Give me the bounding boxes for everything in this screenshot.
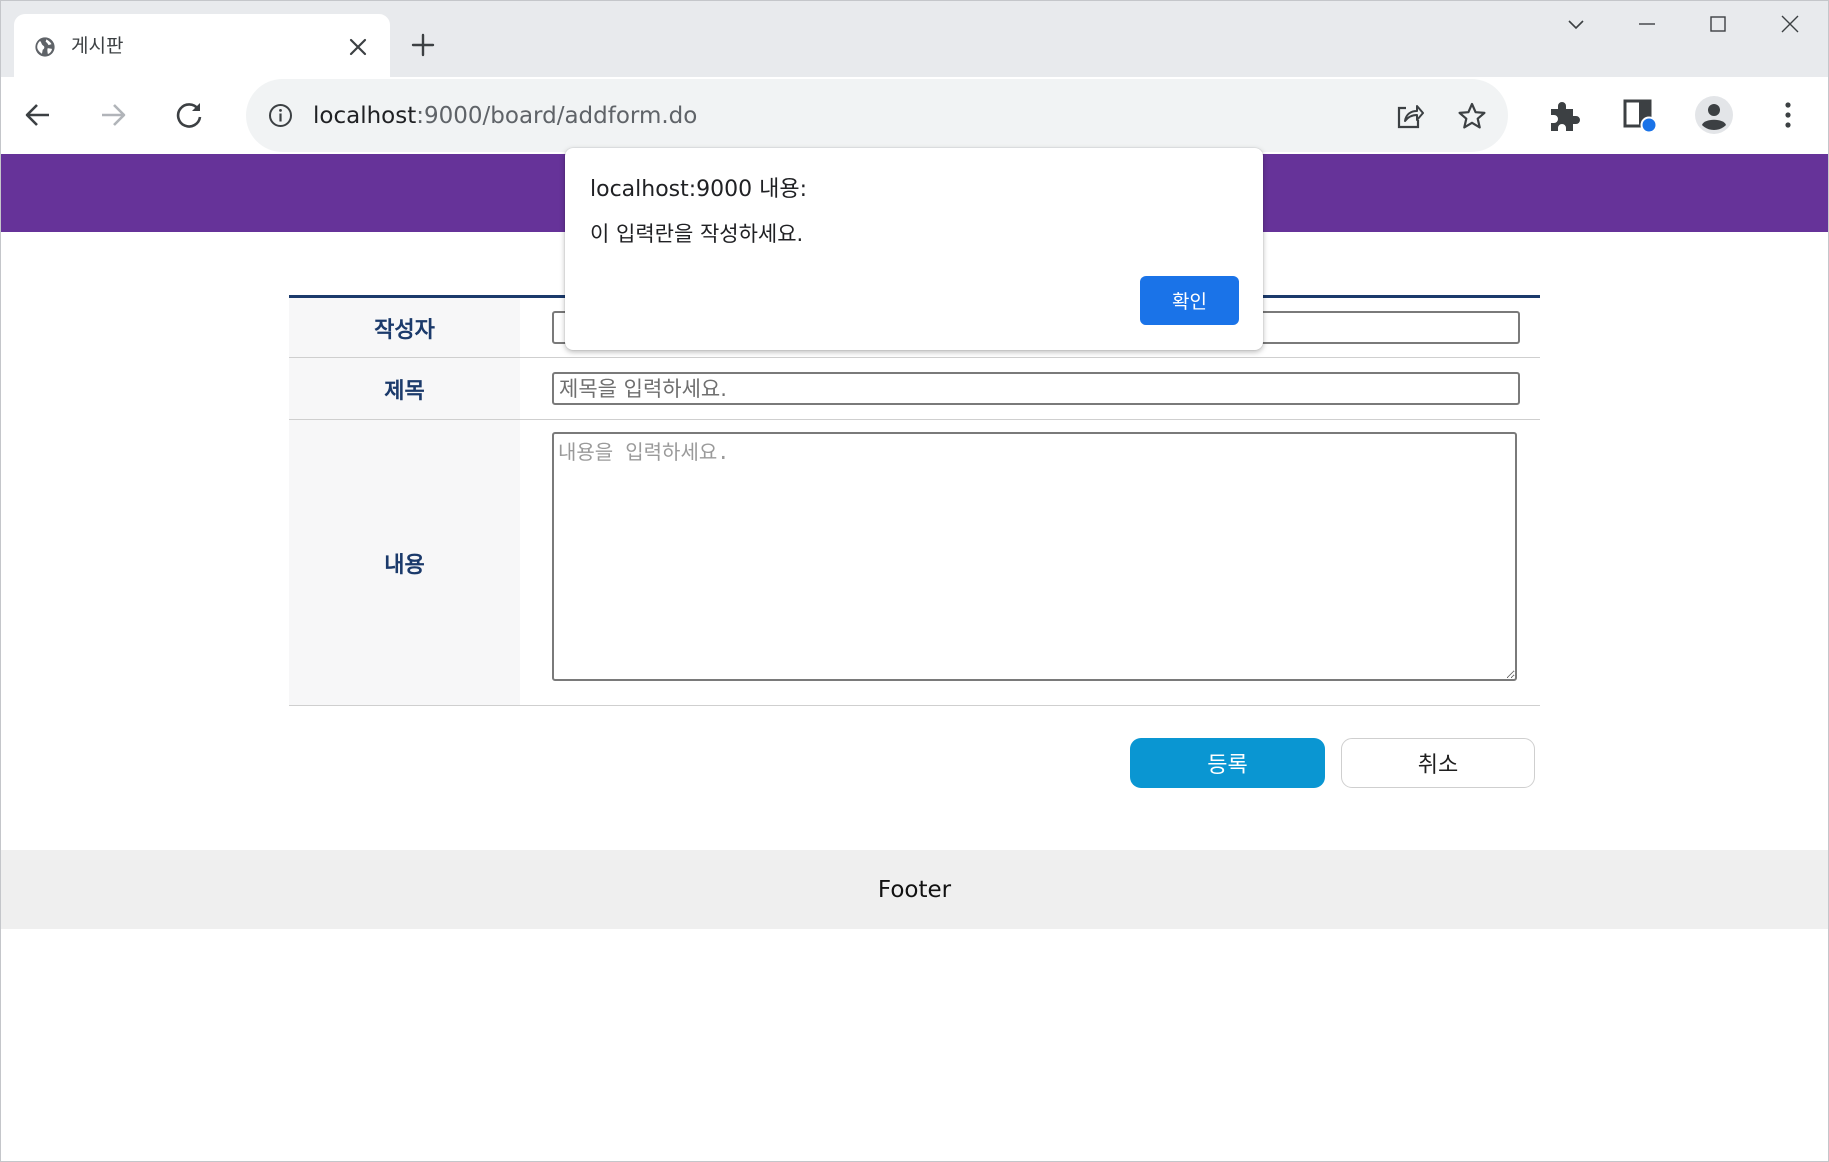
title-input[interactable]: [552, 372, 1520, 405]
content-label: 내용: [289, 420, 520, 705]
address-bar[interactable]: localhost:9000/board/addform.do: [246, 79, 1508, 152]
title-label: 제목: [289, 358, 520, 419]
forward-arrow-icon: [98, 100, 128, 130]
page-footer: Footer: [0, 850, 1829, 929]
author-label: 작성자: [289, 298, 520, 357]
submit-button[interactable]: 등록: [1130, 738, 1325, 788]
kebab-menu-icon[interactable]: [1776, 100, 1800, 130]
footer-text: Footer: [877, 876, 952, 903]
dialog-title: localhost:9000 내용:: [590, 177, 808, 202]
url-text[interactable]: localhost:9000/board/addform.do: [313, 102, 697, 130]
form-row-title: 제목: [289, 358, 1540, 420]
minimize-icon[interactable]: [1636, 13, 1658, 35]
post-form-table: 작성자 제목 내용: [289, 295, 1540, 706]
maximize-icon[interactable]: [1707, 13, 1729, 35]
tab-close-icon[interactable]: [346, 35, 370, 59]
content-cell: [520, 420, 1540, 705]
back-arrow-icon[interactable]: [23, 100, 53, 130]
star-icon[interactable]: [1457, 101, 1487, 131]
url-path: :9000/board/addform.do: [416, 103, 698, 129]
tab-title: 게시판: [71, 35, 124, 57]
profile-icon[interactable]: [1694, 95, 1734, 135]
globe-icon: [34, 36, 56, 58]
cancel-button[interactable]: 취소: [1341, 738, 1535, 788]
close-icon[interactable]: [1779, 13, 1801, 35]
url-host: localhost: [313, 103, 417, 129]
tab-active[interactable]: 게시판: [14, 14, 390, 77]
info-icon[interactable]: [268, 103, 293, 128]
content-textarea[interactable]: [552, 432, 1517, 681]
dialog-message: 이 입력란을 작성하세요.: [590, 222, 804, 246]
dialog-ok-button[interactable]: 확인: [1140, 276, 1239, 325]
share-icon[interactable]: [1394, 101, 1424, 131]
title-cell: [520, 358, 1540, 419]
chevron-down-icon[interactable]: [1565, 13, 1587, 35]
reload-icon[interactable]: [174, 100, 204, 130]
alert-dialog: localhost:9000 내용: 이 입력란을 작성하세요. 확인: [565, 148, 1263, 350]
new-tab-plus-icon[interactable]: [410, 32, 436, 58]
form-row-content: 내용: [289, 420, 1540, 706]
puzzle-icon[interactable]: [1547, 98, 1581, 132]
browser-toolbar: localhost:9000/board/addform.do: [0, 77, 1829, 154]
tab-strip: 게시판: [0, 0, 1829, 77]
side-panel-icon[interactable]: [1622, 98, 1658, 134]
